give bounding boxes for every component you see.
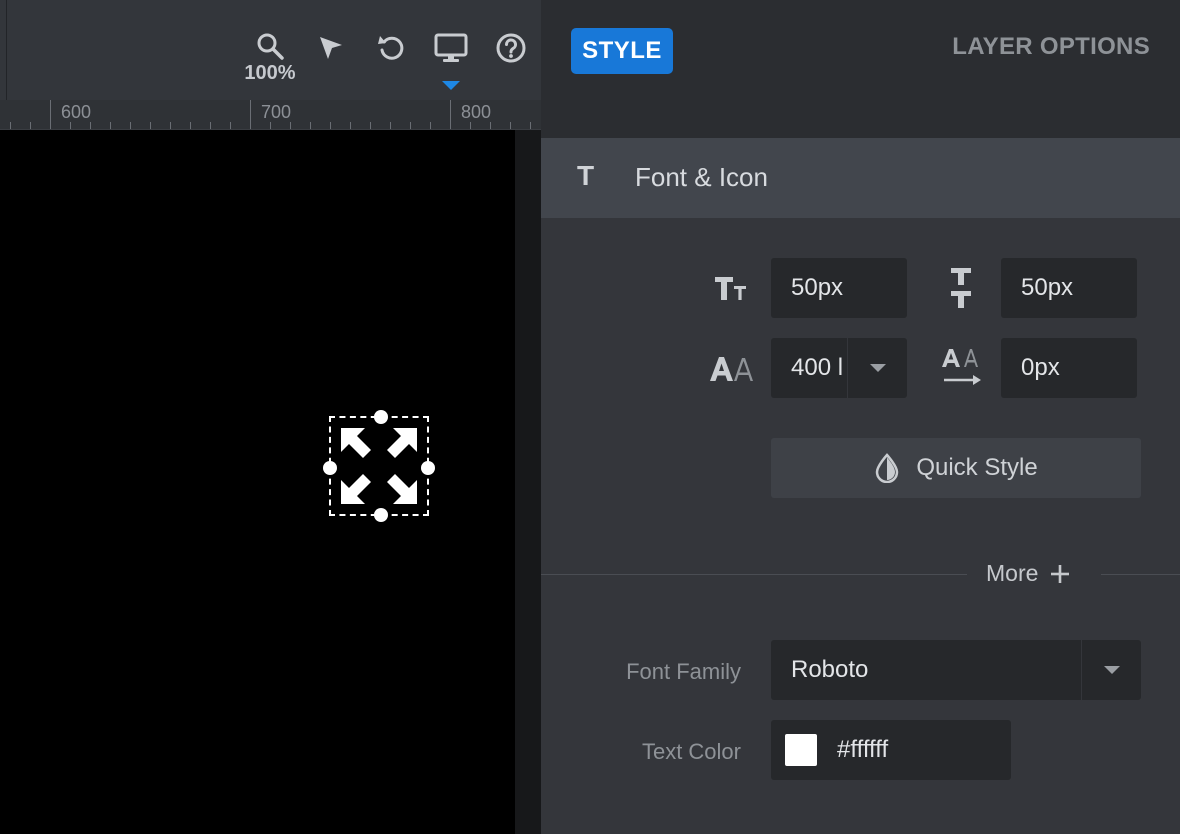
more-label: More bbox=[986, 560, 1039, 586]
ruler-minor-tick bbox=[470, 122, 471, 129]
quick-style-button[interactable]: Quick Style bbox=[771, 438, 1141, 498]
letter-spacing-input[interactable]: 0px bbox=[1001, 338, 1137, 398]
toolbar-edge bbox=[6, 0, 7, 100]
text-color-value: #ffffff bbox=[837, 736, 889, 763]
font-size-icon bbox=[713, 272, 749, 304]
text-type-icon: T bbox=[577, 160, 595, 191]
active-device-indicator bbox=[442, 81, 460, 90]
ruler-minor-tick bbox=[310, 122, 311, 129]
ruler-minor-tick bbox=[70, 122, 71, 129]
ruler-minor-tick bbox=[290, 122, 291, 129]
quick-style-label: Quick Style bbox=[916, 454, 1038, 481]
ruler-major-tick bbox=[450, 100, 451, 129]
panel-spacer bbox=[541, 100, 1180, 138]
font-weight-icon bbox=[709, 352, 755, 384]
horizontal-ruler: 600 700 800 bbox=[0, 100, 541, 130]
select-tool-button[interactable] bbox=[313, 30, 349, 66]
font-family-value: Roboto bbox=[791, 656, 869, 683]
zoom-level: 100% bbox=[244, 62, 296, 84]
ruler-minor-tick bbox=[130, 122, 131, 129]
ruler-minor-tick bbox=[30, 122, 31, 129]
font-family-label: Font Family bbox=[626, 659, 741, 684]
ruler-label-700: 700 bbox=[261, 102, 292, 122]
ruler-minor-tick bbox=[110, 122, 111, 129]
zoom-button[interactable] bbox=[252, 28, 288, 64]
editor-window: 100% 600 700 800 STYLE LAYER OPTIONS T F… bbox=[0, 0, 1180, 834]
droplet-half-icon bbox=[876, 453, 899, 483]
ruler-minor-tick bbox=[510, 122, 511, 129]
ruler-minor-tick bbox=[410, 122, 411, 129]
font-icon-section-header[interactable]: T Font & Icon bbox=[541, 138, 1180, 218]
undo-button[interactable] bbox=[373, 30, 409, 66]
ruler-label-800: 800 bbox=[461, 102, 492, 122]
options-panel: STYLE LAYER OPTIONS T Font & Icon 50px 5… bbox=[541, 0, 1180, 834]
ruler-minor-tick bbox=[230, 122, 231, 129]
font-weight-value: 400 l bbox=[791, 354, 844, 381]
ruler-major-tick bbox=[50, 100, 51, 129]
resize-handle-bottom[interactable] bbox=[374, 508, 388, 522]
font-family-select[interactable]: Roboto bbox=[771, 640, 1141, 700]
ruler-minor-tick bbox=[430, 122, 431, 129]
panel-header: STYLE LAYER OPTIONS bbox=[541, 0, 1180, 100]
ruler-minor-tick bbox=[350, 122, 351, 129]
line-height-icon bbox=[945, 264, 977, 312]
ruler-minor-tick bbox=[90, 122, 91, 129]
stage-gutter bbox=[515, 130, 541, 834]
chevron-down-icon bbox=[869, 364, 886, 372]
device-view-button[interactable] bbox=[433, 30, 469, 66]
font-weight-dropdown-toggle[interactable] bbox=[847, 338, 907, 398]
divider-left bbox=[541, 574, 967, 575]
expand-arrows-icon bbox=[341, 428, 417, 504]
ruler-major-tick bbox=[250, 100, 251, 129]
tab-style[interactable]: STYLE bbox=[571, 28, 673, 74]
chevron-down-icon bbox=[1103, 666, 1120, 674]
font-weight-select[interactable]: 400 l bbox=[771, 338, 907, 398]
ruler-minor-tick bbox=[490, 122, 491, 129]
tab-layer-options[interactable]: LAYER OPTIONS bbox=[952, 33, 1150, 61]
divider-right bbox=[1101, 574, 1180, 575]
color-swatch[interactable] bbox=[785, 734, 817, 766]
desktop-monitor-icon bbox=[434, 33, 468, 62]
text-color-input[interactable]: #ffffff bbox=[771, 720, 1011, 780]
font-size-input[interactable]: 50px bbox=[771, 258, 907, 318]
ruler-minor-tick bbox=[370, 122, 371, 129]
help-button[interactable] bbox=[493, 30, 529, 66]
ruler-minor-tick bbox=[210, 122, 211, 129]
letter-spacing-icon bbox=[941, 346, 983, 390]
ruler-minor-tick bbox=[10, 122, 11, 129]
canvas-toolbar: 100% bbox=[0, 0, 541, 100]
text-color-label: Text Color bbox=[641, 739, 741, 764]
question-circle-icon bbox=[496, 33, 526, 63]
ruler-minor-tick bbox=[390, 122, 391, 129]
rotate-left-icon bbox=[378, 36, 404, 60]
more-toggle[interactable]: More bbox=[986, 560, 1070, 587]
ruler-minor-tick bbox=[270, 122, 271, 129]
resize-handle-right[interactable] bbox=[421, 461, 435, 475]
section-title: Font & Icon bbox=[635, 162, 768, 192]
ruler-minor-tick bbox=[170, 122, 171, 129]
ruler-minor-tick bbox=[530, 122, 531, 129]
resize-handle-top[interactable] bbox=[374, 410, 388, 424]
selected-layer[interactable] bbox=[323, 410, 435, 522]
ruler-minor-tick bbox=[190, 122, 191, 129]
magnifier-icon bbox=[257, 33, 284, 60]
ruler-label-600: 600 bbox=[61, 102, 92, 122]
pointer-arrow-icon bbox=[320, 37, 342, 59]
plus-icon bbox=[1051, 564, 1070, 583]
canvas-stage[interactable] bbox=[0, 130, 515, 834]
font-family-dropdown-toggle[interactable] bbox=[1081, 640, 1141, 700]
ruler-minor-tick bbox=[150, 122, 151, 129]
ruler-minor-tick bbox=[330, 122, 331, 129]
line-height-input[interactable]: 50px bbox=[1001, 258, 1137, 318]
resize-handle-left[interactable] bbox=[323, 461, 337, 475]
